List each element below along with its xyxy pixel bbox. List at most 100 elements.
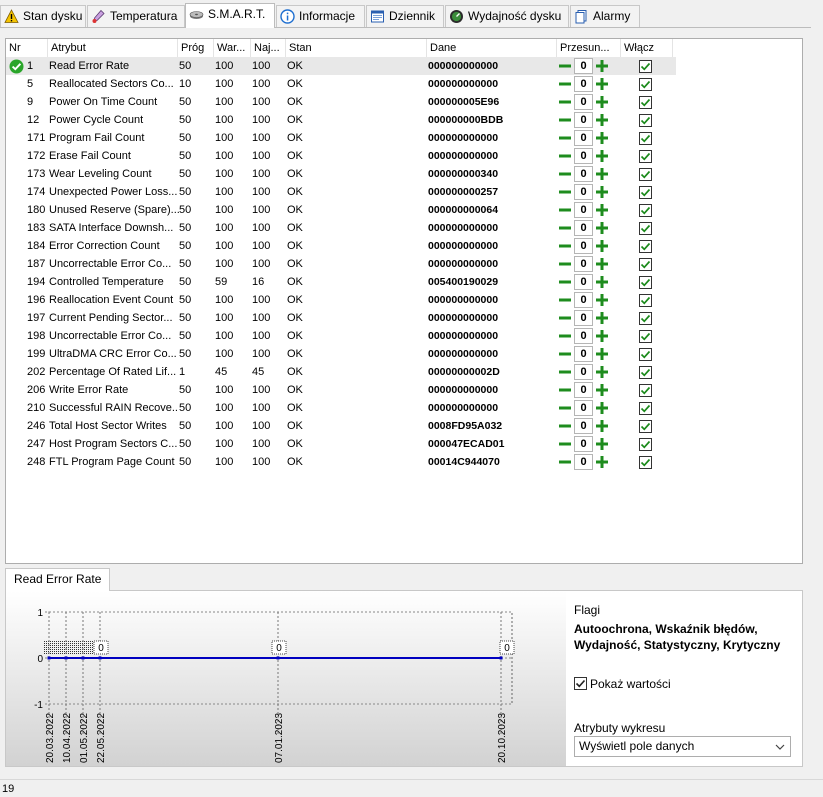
minus-icon[interactable] xyxy=(557,58,573,74)
table-row[interactable]: 202 Percentage Of Rated Lif... 1 45 45 OK 0000… xyxy=(6,363,676,381)
offset-value[interactable]: 0 xyxy=(574,112,593,128)
col-value[interactable]: War... xyxy=(214,39,251,57)
minus-icon[interactable] xyxy=(557,148,573,164)
offset-value[interactable]: 0 xyxy=(574,238,593,254)
plus-icon[interactable] xyxy=(594,274,610,290)
plus-icon[interactable] xyxy=(594,310,610,326)
offset-stepper[interactable]: 0 xyxy=(557,292,610,308)
table-row[interactable]: 180 Unused Reserve (Spare)... 50 100 100 OK 00… xyxy=(6,201,676,219)
table-row[interactable]: 198 Uncorrectable Error Co... 50 100 100 OK 00… xyxy=(6,327,676,345)
offset-stepper[interactable]: 0 xyxy=(557,166,610,182)
table-row[interactable]: 171 Program Fail Count 50 100 100 OK 000000000… xyxy=(6,129,676,147)
minus-icon[interactable] xyxy=(557,220,573,236)
minus-icon[interactable] xyxy=(557,346,573,362)
offset-value[interactable]: 0 xyxy=(574,184,593,200)
enable-checkbox[interactable] xyxy=(639,150,652,163)
minus-icon[interactable] xyxy=(557,274,573,290)
offset-stepper[interactable]: 0 xyxy=(557,382,610,398)
table-row[interactable]: 196 Reallocation Event Count 50 100 100 OK 000… xyxy=(6,291,676,309)
offset-value[interactable]: 0 xyxy=(574,436,593,452)
table-row[interactable]: 172 Erase Fail Count 50 100 100 OK 00000000000… xyxy=(6,147,676,165)
offset-value[interactable]: 0 xyxy=(574,76,593,92)
offset-value[interactable]: 0 xyxy=(574,292,593,308)
minus-icon[interactable] xyxy=(557,202,573,218)
minus-icon[interactable] xyxy=(557,166,573,182)
col-threshold[interactable]: Próg xyxy=(178,39,214,57)
offset-stepper[interactable]: 0 xyxy=(557,454,610,470)
plus-icon[interactable] xyxy=(594,382,610,398)
minus-icon[interactable] xyxy=(557,130,573,146)
enable-checkbox[interactable] xyxy=(639,96,652,109)
offset-value[interactable]: 0 xyxy=(574,418,593,434)
tab-stan-dysku[interactable]: Stan dysku xyxy=(0,5,86,27)
offset-stepper[interactable]: 0 xyxy=(557,418,610,434)
table-row[interactable]: 174 Unexpected Power Loss... 50 100 100 OK 000… xyxy=(6,183,676,201)
minus-icon[interactable] xyxy=(557,184,573,200)
table-row[interactable]: 210 Successful RAIN Recove... 50 100 100 OK 00… xyxy=(6,399,676,417)
table-row[interactable]: 183 SATA Interface Downsh... 50 100 100 OK 000… xyxy=(6,219,676,237)
plus-icon[interactable] xyxy=(594,238,610,254)
show-values-checkbox[interactable] xyxy=(574,677,587,690)
offset-value[interactable]: 0 xyxy=(574,310,593,326)
table-row[interactable]: 12 Power Cycle Count 50 100 100 OK 000000000BD… xyxy=(6,111,676,129)
enable-checkbox[interactable] xyxy=(639,204,652,217)
offset-stepper[interactable]: 0 xyxy=(557,436,610,452)
plus-icon[interactable] xyxy=(594,184,610,200)
enable-checkbox[interactable] xyxy=(639,420,652,433)
minus-icon[interactable] xyxy=(557,400,573,416)
enable-checkbox[interactable] xyxy=(639,168,652,181)
table-row[interactable]: 184 Error Correction Count 50 100 100 OK 00000… xyxy=(6,237,676,255)
enable-checkbox[interactable] xyxy=(639,348,652,361)
offset-value[interactable]: 0 xyxy=(574,274,593,290)
offset-stepper[interactable]: 0 xyxy=(557,130,610,146)
offset-stepper[interactable]: 0 xyxy=(557,328,610,344)
plus-icon[interactable] xyxy=(594,202,610,218)
minus-icon[interactable] xyxy=(557,436,573,452)
col-data[interactable]: Dane xyxy=(427,39,557,57)
offset-value[interactable]: 0 xyxy=(574,346,593,362)
table-row[interactable]: 5 Reallocated Sectors Co... 10 100 100 OK 0000… xyxy=(6,75,676,93)
offset-value[interactable]: 0 xyxy=(574,364,593,380)
tab-s-m-a-r-t[interactable]: S.M.A.R.T. xyxy=(185,3,275,28)
offset-stepper[interactable]: 0 xyxy=(557,238,610,254)
tab-dziennik[interactable]: Dziennik xyxy=(366,5,444,27)
enable-checkbox[interactable] xyxy=(639,456,652,469)
tab-alarmy[interactable]: Alarmy xyxy=(570,5,640,27)
offset-value[interactable]: 0 xyxy=(574,166,593,182)
offset-value[interactable]: 0 xyxy=(574,148,593,164)
enable-checkbox[interactable] xyxy=(639,330,652,343)
enable-checkbox[interactable] xyxy=(639,186,652,199)
col-status[interactable]: Stan xyxy=(286,39,427,57)
enable-checkbox[interactable] xyxy=(639,312,652,325)
offset-stepper[interactable]: 0 xyxy=(557,184,610,200)
plus-icon[interactable] xyxy=(594,148,610,164)
plus-icon[interactable] xyxy=(594,292,610,308)
enable-checkbox[interactable] xyxy=(639,294,652,307)
col-attribute[interactable]: Atrybut xyxy=(48,39,178,57)
plus-icon[interactable] xyxy=(594,436,610,452)
offset-stepper[interactable]: 0 xyxy=(557,94,610,110)
col-enable[interactable]: Włącz xyxy=(621,39,673,57)
offset-value[interactable]: 0 xyxy=(574,130,593,146)
minus-icon[interactable] xyxy=(557,418,573,434)
minus-icon[interactable] xyxy=(557,94,573,110)
minus-icon[interactable] xyxy=(557,292,573,308)
minus-icon[interactable] xyxy=(557,364,573,380)
offset-stepper[interactable]: 0 xyxy=(557,220,610,236)
table-row[interactable]: 187 Uncorrectable Error Co... 50 100 100 OK 00… xyxy=(6,255,676,273)
enable-checkbox[interactable] xyxy=(639,384,652,397)
offset-stepper[interactable]: 0 xyxy=(557,310,610,326)
plus-icon[interactable] xyxy=(594,76,610,92)
offset-value[interactable]: 0 xyxy=(574,382,593,398)
enable-checkbox[interactable] xyxy=(639,60,652,73)
plus-icon[interactable] xyxy=(594,58,610,74)
offset-value[interactable]: 0 xyxy=(574,94,593,110)
offset-value[interactable]: 0 xyxy=(574,256,593,272)
offset-value[interactable]: 0 xyxy=(574,454,593,470)
tab-wydajność-dysku[interactable]: Wydajność dysku xyxy=(445,5,569,27)
plus-icon[interactable] xyxy=(594,220,610,236)
plus-icon[interactable] xyxy=(594,454,610,470)
table-row[interactable]: 206 Write Error Rate 50 100 100 OK 00000000000… xyxy=(6,381,676,399)
col-offset[interactable]: Przesun... xyxy=(557,39,621,57)
minus-icon[interactable] xyxy=(557,112,573,128)
